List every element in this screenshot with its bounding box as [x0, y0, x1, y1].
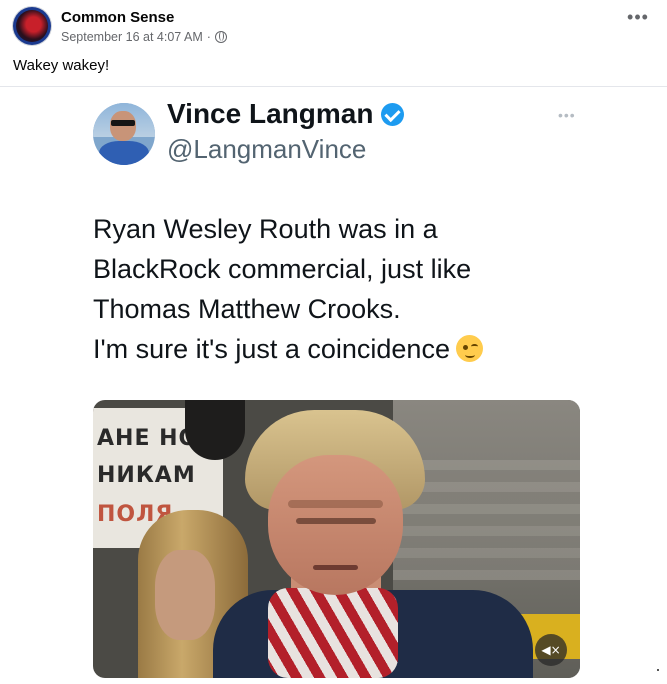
sign-line: АНЕ НО [97, 426, 199, 451]
artifact-dot [657, 669, 659, 671]
verified-badge-icon [381, 102, 405, 126]
avatar-glasses [111, 120, 135, 126]
tweet-line: BlackRock commercial, just like [93, 254, 472, 284]
winking-face-icon [455, 335, 483, 363]
tweet-line: Ryan Wesley Routh was in a [93, 214, 438, 244]
video-figure [185, 400, 245, 460]
sign-line: НИКАМ [97, 463, 196, 488]
video-figure [268, 455, 403, 595]
video-figure [296, 518, 376, 524]
avatar-head [110, 111, 136, 141]
tweet-line: I'm sure it's just a coincidence [93, 334, 450, 364]
tweet-display-name: Vince Langman [167, 98, 405, 130]
post-more-button[interactable]: ••• [623, 8, 653, 30]
post-caption: Wakey wakey! [13, 57, 110, 74]
page-avatar[interactable] [13, 7, 51, 45]
tweet-name-text: Vince Langman [167, 98, 374, 129]
tweet-more-icon: ••• [558, 107, 576, 123]
mute-icon[interactable]: ◀× [535, 634, 567, 666]
globe-icon[interactable] [214, 31, 227, 43]
tweet-avatar [93, 103, 155, 165]
meta-separator: · [206, 30, 211, 44]
emoji-mouth [464, 352, 475, 359]
post-timestamp[interactable]: September 16 at 4:07 AM [61, 30, 203, 44]
video-figure [155, 550, 215, 640]
avatar-image [16, 10, 48, 42]
post-header: Common Sense September 16 at 4:07 AM · •… [0, 0, 667, 56]
video-figure [288, 500, 383, 508]
video-figure [313, 565, 358, 570]
post-meta: September 16 at 4:07 AM · [61, 30, 227, 44]
page-name[interactable]: Common Sense [61, 9, 174, 26]
tweet-line-last: I'm sure it's just a coincidence [93, 329, 613, 369]
tweet-line: Thomas Matthew Crooks. [93, 294, 401, 324]
tweet-text: Ryan Wesley Routh was in a BlackRock com… [93, 209, 613, 369]
tweet-handle: @LangmanVince [167, 134, 367, 164]
video-figure [268, 588, 398, 678]
avatar-shirt [99, 141, 149, 165]
video-player[interactable]: АНЕ НО НИКАМ ПОЛЯ [93, 400, 580, 678]
